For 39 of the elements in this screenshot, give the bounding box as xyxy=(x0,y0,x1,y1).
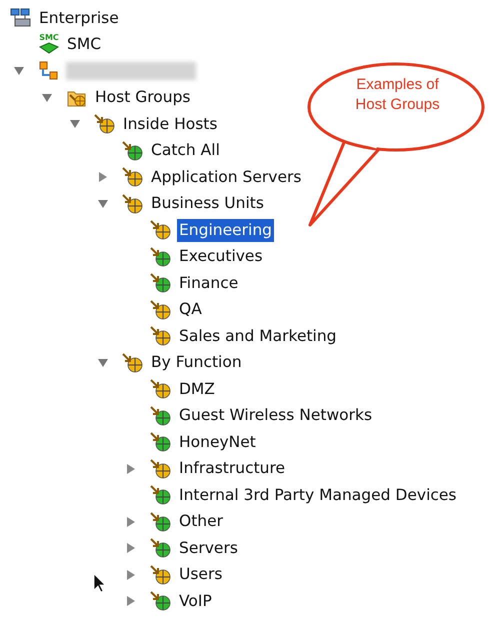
tree-item[interactable]: Application Servers xyxy=(149,166,304,189)
tree-item[interactable]: Finance xyxy=(177,272,240,295)
appliance-icon xyxy=(39,42,59,54)
tree-item[interactable]: Servers xyxy=(177,536,240,560)
tree-item[interactable]: Host Groups xyxy=(93,86,192,110)
tree-item[interactable]: Sales and Marketing xyxy=(177,324,339,348)
expand-triangle-icon[interactable] xyxy=(126,570,136,580)
computers-icon xyxy=(10,8,32,28)
tree-item[interactable]: QA xyxy=(177,298,204,322)
tree-item[interactable]: Internal 3rd Party Managed Devices xyxy=(177,484,459,507)
tree-item[interactable]: By Function xyxy=(149,351,244,374)
tree-item[interactable]: Catch All xyxy=(149,139,222,162)
tree-item[interactable]: Users xyxy=(177,563,224,586)
collapse-triangle-icon[interactable] xyxy=(70,119,80,130)
tree-item[interactable]: DMZ xyxy=(177,378,217,401)
tree-item[interactable]: HoneyNet xyxy=(177,430,258,454)
tree-item[interactable]: Enterprise xyxy=(37,6,121,30)
tree-item[interactable]: Other xyxy=(177,510,226,534)
expand-triangle-icon[interactable] xyxy=(98,172,108,182)
collapse-triangle-icon[interactable] xyxy=(14,66,24,76)
tree-item[interactable]: Business Units xyxy=(149,192,266,216)
expand-triangle-icon[interactable] xyxy=(126,464,136,474)
tree-item[interactable]: VoIP xyxy=(177,590,214,613)
collapse-triangle-icon[interactable] xyxy=(98,358,108,368)
collapse-triangle-icon[interactable] xyxy=(98,198,108,209)
callout-text: Examples of Host Groups xyxy=(354,75,441,115)
collapse-triangle-icon[interactable] xyxy=(42,92,52,103)
tree-item[interactable]: Executives xyxy=(177,245,265,268)
tree-item[interactable]: SMC xyxy=(65,33,104,56)
expand-triangle-icon[interactable] xyxy=(126,543,136,554)
tree-item[interactable]: Infrastructure xyxy=(177,457,288,480)
cursor-icon xyxy=(93,573,107,593)
tree-item[interactable]: Guest Wireless Networks xyxy=(177,404,374,428)
expand-triangle-icon[interactable] xyxy=(126,596,136,606)
network-icon xyxy=(39,61,59,82)
tree-item[interactable]: Inside Hosts xyxy=(121,112,220,136)
icon-label: SMC xyxy=(39,34,59,42)
tree-item[interactable]: Engineering xyxy=(177,218,274,242)
expand-triangle-icon[interactable] xyxy=(126,516,136,527)
